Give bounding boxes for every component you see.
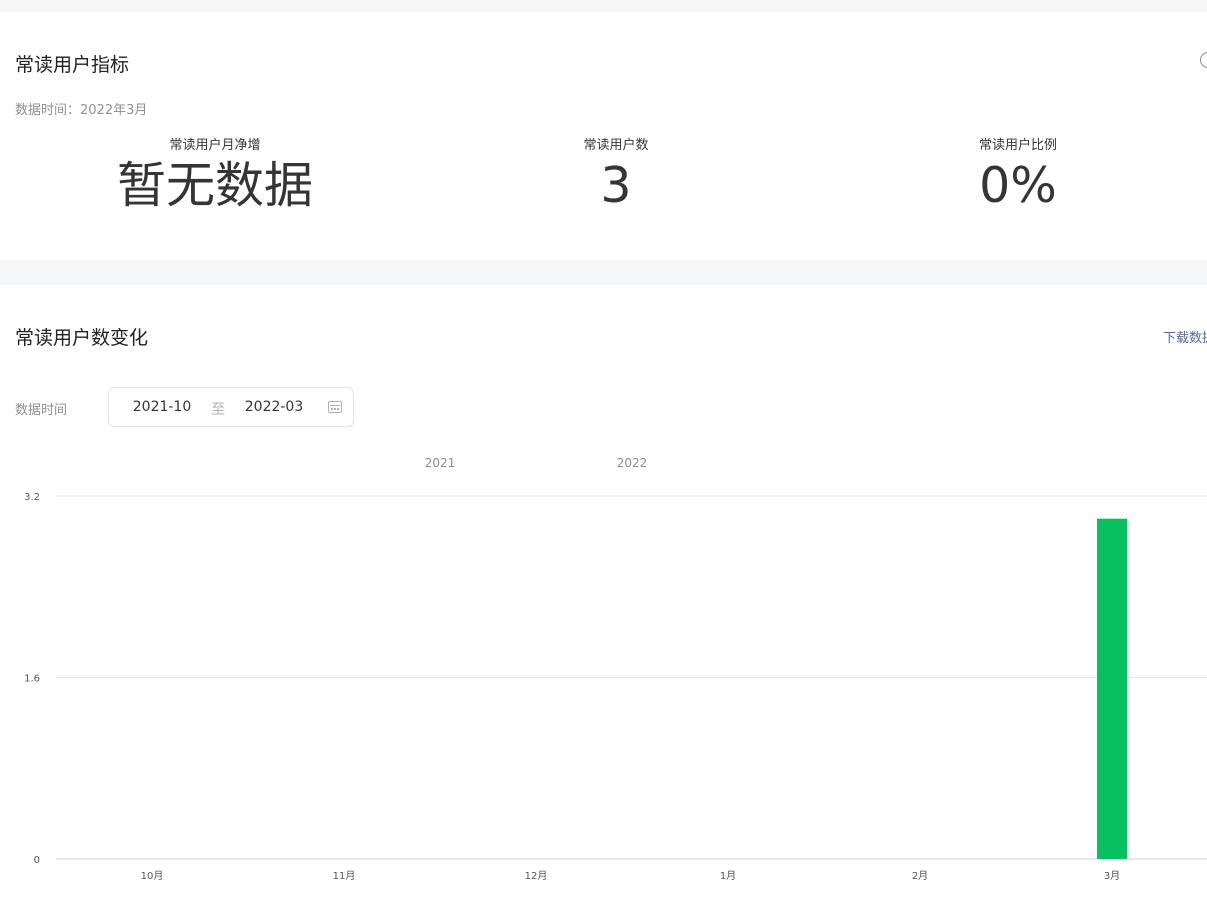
y-tick-label: 0: [34, 855, 40, 866]
x-tick-label: 11月: [333, 870, 356, 882]
y-tick-label: 1.6: [24, 674, 40, 685]
y-tick-label: 3.2: [24, 492, 40, 503]
page: 常读用户指标 数据时间：2022年3月 常读用户月净增 暂无数据 常读用户数 3…: [0, 0, 1207, 897]
year-label: 2021: [425, 456, 456, 470]
x-tick-label: 1月: [720, 870, 736, 882]
x-tick-label: 3月: [1104, 870, 1120, 882]
x-tick-label: 2月: [912, 870, 928, 882]
x-tick-label: 10月: [141, 870, 164, 882]
bar-3月: [1097, 518, 1127, 859]
user-count-chart: 0 1.6 3.2 10月 11月 12月 1月 2月 3月 2021 2022: [24, 456, 1207, 882]
x-tick-label: 12月: [525, 870, 548, 882]
year-label: 2022: [617, 456, 648, 470]
